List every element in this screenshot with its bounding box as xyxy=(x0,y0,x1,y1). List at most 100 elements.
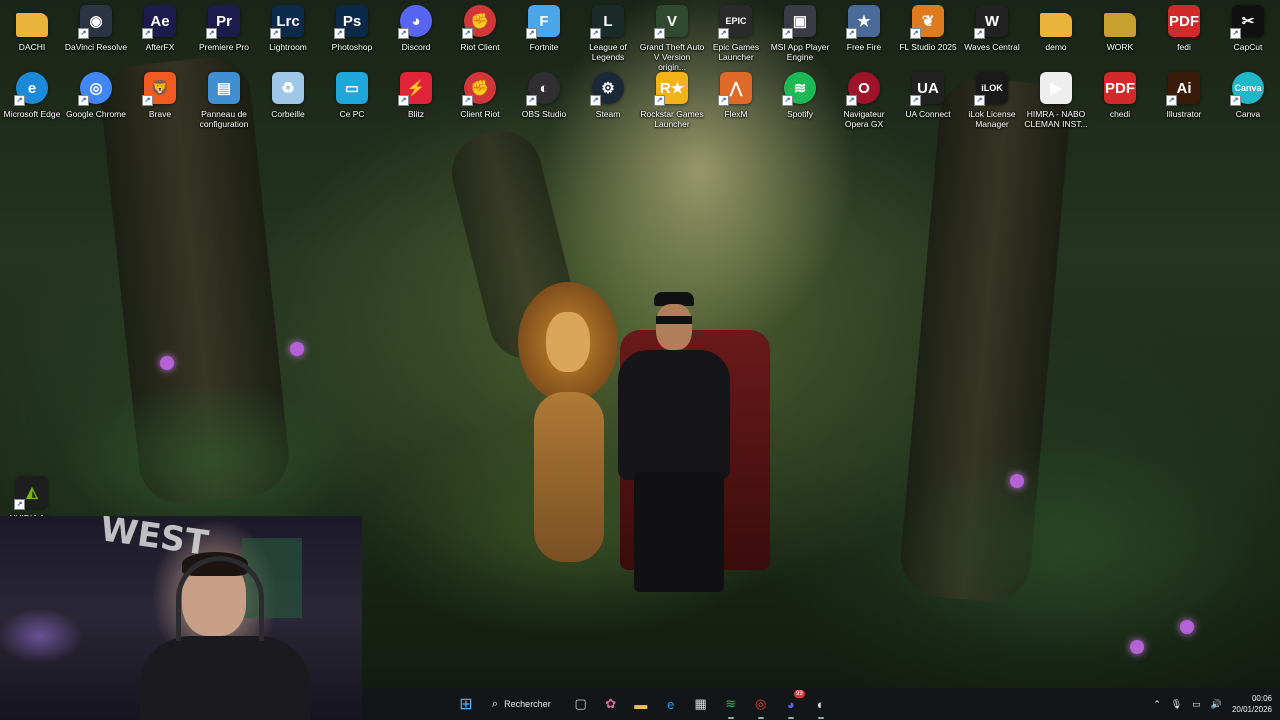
icon-glyph: ⚙ xyxy=(601,80,615,97)
icon-glyph: ◉ xyxy=(89,13,103,30)
spotify-taskbar-button[interactable]: ≋ xyxy=(719,692,743,719)
desktop-icon-label: Canva xyxy=(1235,109,1261,119)
desktop-icon-spotify[interactable]: ≋ ↗ Spotify xyxy=(768,72,832,119)
desktop-icon-league[interactable]: L ↗ League of Legends xyxy=(576,5,640,62)
icon-glyph: EPIC xyxy=(725,16,747,26)
icon-glyph: ★ xyxy=(857,13,871,30)
desktop-icon-recycle-bin[interactable]: ♻ Corbeille xyxy=(256,72,320,119)
icon-glyph: Pr xyxy=(216,12,232,30)
opera-gx-icon: O ↗ xyxy=(846,72,880,106)
desktop-icon-davinci[interactable]: ◉ ↗ DaVinci Resolve xyxy=(64,5,128,52)
wallpaper-flower xyxy=(290,342,304,356)
obs-taskbar-button[interactable]: ◐ xyxy=(809,692,833,719)
desktop-icon-after-effects[interactable]: Ae ↗ AfterFX xyxy=(128,5,192,52)
desktop-icon-label: Panneau de configuration xyxy=(199,109,249,129)
davinci-icon: ◉ ↗ xyxy=(78,5,112,39)
desktop-icon-obs[interactable]: ◐ ↗ OBS Studio xyxy=(512,72,576,119)
search-box[interactable]: ⌕ Rechercher xyxy=(484,692,563,716)
icon-glyph: ▶ xyxy=(1050,80,1062,97)
chrome-taskbar-button[interactable]: ◎ xyxy=(749,692,773,719)
desktop-icon-pdf[interactable]: PDF fedi xyxy=(1152,5,1216,52)
desktop-icon-fortnite[interactable]: F ↗ Fortnite xyxy=(512,5,576,52)
shortcut-arrow-icon: ↗ xyxy=(1166,95,1177,106)
icon-glyph: Ps xyxy=(342,12,362,30)
desktop-icon-label: Fortnite xyxy=(529,42,559,52)
desktop-icon-label: Riot Client xyxy=(460,42,500,52)
icon-glyph: ◐ xyxy=(539,79,549,97)
obs-icon: ◐ ↗ xyxy=(526,72,560,106)
edge-icon: e ↗ xyxy=(14,72,48,106)
desktop-icon-flexm[interactable]: ⋀ ↗ FlexM xyxy=(704,72,768,119)
shortcut-arrow-icon: ↗ xyxy=(782,95,793,106)
desktop-icon-discord[interactable]: ◕ ↗ Discord xyxy=(384,5,448,52)
desktop-icon-waves[interactable]: W ↗ Waves Central xyxy=(960,5,1024,52)
riot-icon: ✊ ↗ xyxy=(462,5,496,39)
desktop-icon-ua-connect[interactable]: UA ↗ UA Connect xyxy=(896,72,960,119)
pdf-icon: PDF xyxy=(1104,72,1136,104)
desktop-icon-msi-app-player[interactable]: ▣ ↗ MSI App Player Engine xyxy=(768,5,832,62)
shortcut-arrow-icon: ↗ xyxy=(462,95,473,106)
network-icon[interactable]: ▭ xyxy=(1192,699,1201,710)
desktop-icon-blitz[interactable]: ⚡ ↗ Blitz xyxy=(384,72,448,119)
store-button[interactable]: ▦ xyxy=(689,692,713,716)
desktop-icon-premiere[interactable]: Pr ↗ Premiere Pro xyxy=(192,5,256,52)
desktop-icon-edge[interactable]: e ↗ Microsoft Edge xyxy=(0,72,64,119)
desktop-icon-chrome[interactable]: ◎ ↗ Google Chrome xyxy=(64,72,128,119)
shortcut-arrow-icon: ↗ xyxy=(1230,28,1241,39)
desktop-icon-capcut[interactable]: ✂ ↗ CapCut xyxy=(1216,5,1280,52)
video-file-icon: ▶ xyxy=(1040,72,1072,104)
gta-icon: V ↗ xyxy=(654,5,688,39)
desktop-icon-pdf[interactable]: PDF chedi xyxy=(1088,72,1152,119)
desktop-icon-photoshop[interactable]: Ps ↗ Photoshop xyxy=(320,5,384,52)
task-view-button[interactable]: ▢ xyxy=(569,692,593,716)
chevron-up-icon[interactable]: ⌃ xyxy=(1153,699,1161,710)
icon-glyph: Ae xyxy=(150,12,170,30)
desktop-icon-rockstar[interactable]: R★ ↗ Rockstar Games Launcher xyxy=(640,72,704,129)
shortcut-arrow-icon: ↗ xyxy=(142,95,153,106)
task-view-icon: ▢ xyxy=(574,696,587,711)
shortcut-arrow-icon: ↗ xyxy=(590,28,601,39)
desktop-icon-riot[interactable]: ✊ ↗ Riot Client xyxy=(448,5,512,52)
desktop-icon-riot[interactable]: ✊ ↗ Client Riot xyxy=(448,72,512,119)
desktop-icon-brave[interactable]: 🦁 ↗ Brave xyxy=(128,72,192,119)
desktop-icon-label: HIMRA - NABO CLEMAN INST... xyxy=(1024,109,1088,129)
desktop-icon-label: FlexM xyxy=(724,109,748,119)
wallpaper-flower xyxy=(1010,474,1024,488)
file-explorer-button[interactable]: ▬ xyxy=(629,692,653,716)
riot-icon: ✊ ↗ xyxy=(462,72,496,106)
clock[interactable]: 00:06 20/01/2026 xyxy=(1232,693,1272,715)
microphone-icon[interactable]: 🎙 xyxy=(1171,699,1182,710)
desktop-icon-opera-gx[interactable]: O ↗ Navigateur Opera GX xyxy=(832,72,896,129)
desktop-icon-folder[interactable]: WORK xyxy=(1088,5,1152,52)
icon-glyph: Lrc xyxy=(276,12,300,30)
desktop-icon-label: Navigateur Opera GX xyxy=(843,109,885,129)
edge-taskbar-button[interactable]: e xyxy=(659,692,683,716)
volume-icon[interactable]: 🔊 xyxy=(1211,699,1222,710)
desktop-icon-fl-studio[interactable]: ❦ ↗ FL Studio 2025 xyxy=(896,5,960,52)
icon-glyph: F xyxy=(539,12,549,30)
desktop-icon-lightroom[interactable]: Lrc ↗ Lightroom xyxy=(256,5,320,52)
desktop-icon-illustrator[interactable]: Ai ↗ Illustrator xyxy=(1152,72,1216,119)
desktop-icon-epic[interactable]: EPIC ↗ Epic Games Launcher xyxy=(704,5,768,62)
desktop-icon-folder[interactable]: DACHI xyxy=(0,5,64,52)
desktop-icon-gta[interactable]: V ↗ Grand Theft Auto V Version origin... xyxy=(640,5,704,72)
desktop-icon-label: AfterFX xyxy=(145,42,175,52)
icon-glyph: ⚡ xyxy=(406,80,426,97)
waves-icon: W ↗ xyxy=(974,5,1008,39)
desktop-icon-ilok[interactable]: iLOK ↗ iLok License Manager xyxy=(960,72,1024,129)
desktop-icon-folder[interactable]: demo xyxy=(1024,5,1088,52)
icon-glyph: PDF xyxy=(1169,12,1199,30)
desktop-icon-this-pc[interactable]: ▭ Ce PC xyxy=(320,72,384,119)
discord-taskbar-button[interactable]: ◕ 99 xyxy=(779,690,805,719)
desktop-icon-free-fire[interactable]: ★ ↗ Free Fire xyxy=(832,5,896,52)
desktop-icon-video-file[interactable]: ▶ HIMRA - NABO CLEMAN INST... xyxy=(1024,72,1088,129)
shortcut-arrow-icon: ↗ xyxy=(974,28,985,39)
store-icon: ▦ xyxy=(694,696,707,711)
desktop-icon-canva[interactable]: Canva ↗ Canva xyxy=(1216,72,1280,119)
desktop-icon-steam[interactable]: ⚙ ↗ Steam xyxy=(576,72,640,119)
desktop-icon-control-panel[interactable]: ▤ Panneau de configuration xyxy=(192,72,256,129)
clock-time: 00:06 xyxy=(1251,694,1272,703)
desktop-icon-label: Client Riot xyxy=(460,109,500,119)
start-button[interactable]: ⊞ xyxy=(454,692,478,716)
widgets-button[interactable]: ✿ xyxy=(599,692,623,716)
